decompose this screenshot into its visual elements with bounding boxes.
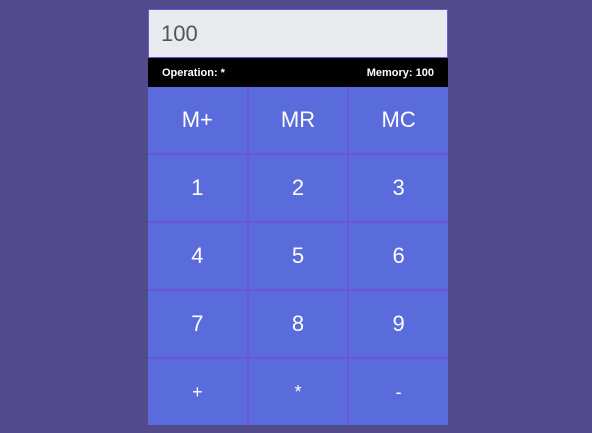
digit-7-button[interactable]: 7 [148,291,247,357]
subtract-button[interactable]: - [349,359,448,425]
digit-1-button[interactable]: 1 [148,155,247,221]
calculator: Operation: * Memory: 100 M+MRMC 123 456 789… [148,9,448,425]
keypad: M+ MR MC 1 2 3 4 5 6 7 8 9 + * - [148,87,448,425]
digit-4-button[interactable]: 4 [148,223,247,289]
memory-recall-button[interactable]: MR [248,87,348,153]
digit-8-button[interactable]: 8 [248,291,348,357]
multiply-button[interactable]: * [248,359,348,425]
digit-3-button[interactable]: 3 [349,155,448,221]
digit-5-button[interactable]: 5 [248,223,348,289]
add-button[interactable]: + [148,359,247,425]
status-bar: Operation: * Memory: 100 [148,58,448,87]
digit-6-button[interactable]: 6 [349,223,448,289]
operation-label: Operation: * [162,66,225,79]
memory-add-button[interactable]: M+ [148,87,247,153]
memory-clear-button[interactable]: MC [349,87,448,153]
digit-9-button[interactable]: 9 [349,291,448,357]
digit-2-button[interactable]: 2 [248,155,348,221]
display-input[interactable] [148,9,448,58]
memory-label: Memory: 100 [366,66,434,79]
